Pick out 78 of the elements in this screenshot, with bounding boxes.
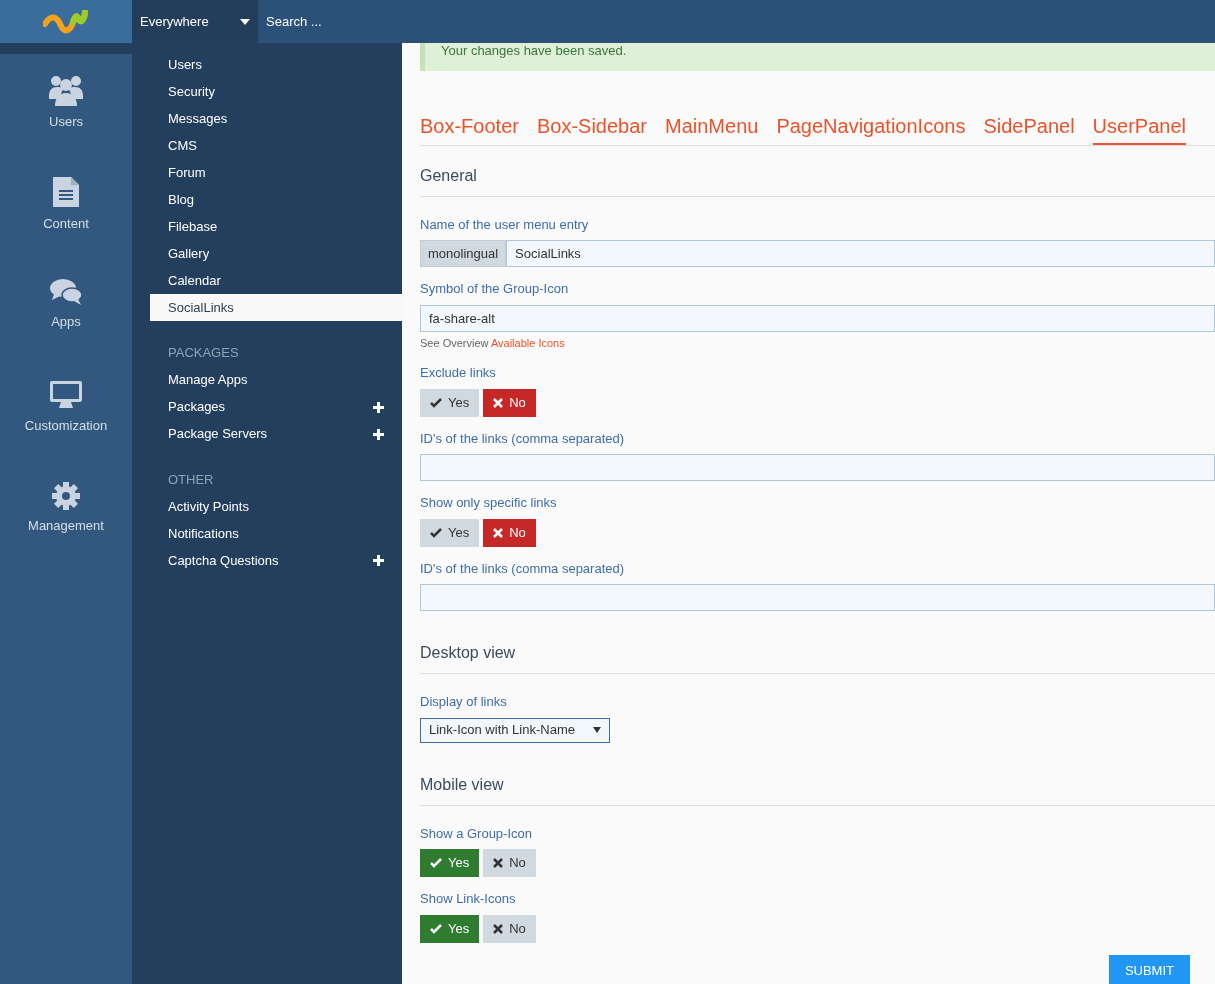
sidebar-item[interactable]: Users [150,51,402,78]
plus-icon[interactable] [373,401,384,413]
section-heading: General [420,145,1215,197]
close-icon [493,397,504,408]
sidebar-item[interactable]: Forum [150,159,402,186]
sidebar-item[interactable]: Notifications [150,520,402,547]
sidebar-item[interactable]: Blog [150,186,402,213]
sidebar-item[interactable]: Activity Points [150,493,402,520]
close-icon [493,527,504,538]
field-label: Show only specific links [420,494,558,512]
rail-menu-item[interactable]: Content [0,166,132,268]
text-field[interactable]: SocialLinks [506,240,1215,267]
sidebar-item[interactable]: Manage Apps [150,366,402,394]
plus-icon[interactable] [373,555,384,566]
field-label: Show Link-Icons [420,890,517,908]
close-icon [493,858,504,868]
toggle-option[interactable]: No [483,388,536,417]
field-label: ID's of the links (comma separated) [420,429,626,448]
tab[interactable]: UserPanel [1092,110,1186,145]
toggle-option[interactable]: Yes [420,914,480,943]
rail-menu-item[interactable]: Apps [0,268,132,370]
toggle-option[interactable]: Yes [420,849,480,877]
sidebar-item[interactable]: Captcha Questions [150,547,402,574]
toggle-option[interactable]: Yes [420,388,480,417]
field-label: ID's of the links (comma separated) [420,559,626,578]
check-icon [430,923,442,934]
help-text: See Overview Available Icons [420,335,566,351]
search-scope-dropdown[interactable]: Everywhere [132,0,258,43]
text-field[interactable] [420,584,1215,611]
field-label: Show a Group-Icon [420,824,533,843]
sidebar-item[interactable]: Security [150,78,402,105]
section-heading: Mobile view [420,754,1215,806]
plus-icon[interactable] [373,428,384,440]
users-icon [49,74,83,106]
rail-menu-item[interactable]: Management [0,472,132,574]
close-icon [493,923,504,934]
toggle-option[interactable]: Yes [420,518,480,547]
monitor-icon [49,380,83,410]
field-label: Exclude links [420,364,497,382]
sidebar-item[interactable]: Calendar [150,267,402,294]
input-addon: monolingual [420,240,507,267]
toggle-option[interactable]: No [483,518,536,547]
toggle-option[interactable]: No [483,849,536,877]
menu-group-title: PACKAGES [167,344,240,362]
field-label: Display of links [420,693,508,711]
check-icon [430,397,442,408]
tab[interactable]: SidePanel [983,110,1075,145]
sidebar-item[interactable]: Gallery [150,240,402,267]
text-field[interactable] [420,454,1215,481]
caret-icon [592,727,601,733]
text-field[interactable]: fa-share-alt [420,304,1215,332]
check-icon [430,858,442,868]
field-label: Symbol of the Group-Icon [420,280,570,298]
tab[interactable]: MainMenu [665,110,759,145]
sidebar-item[interactable]: Packages [150,393,402,421]
check-icon [430,527,442,538]
rail-menu-item[interactable]: Users [0,64,132,166]
success-message: Your changes have been saved. [420,43,1215,71]
document-icon [52,176,80,208]
select-dropdown[interactable]: Link-Icon with Link-Name [420,717,610,743]
tab[interactable]: Box-Sidebar [536,110,647,145]
sidebar-item[interactable]: SocialLinks [150,294,402,321]
logo-icon[interactable] [43,9,89,34]
chat-bubbles-icon [50,278,82,306]
sidebar-item[interactable]: Package Servers [150,420,402,448]
section-heading: Desktop view [420,623,1215,674]
rail-menu-item[interactable]: Customization [0,370,132,472]
caret-icon [240,18,250,25]
sidebar-item[interactable]: CMS [150,132,402,159]
sidebar-item[interactable]: Filebase [150,213,402,240]
sidebar-item[interactable]: Messages [150,105,402,132]
gear-icon [52,482,80,510]
menu-group-title: OTHER [167,470,215,489]
field-label: Name of the user menu entry [420,215,590,234]
available-icons-link[interactable]: Available Icons [490,336,565,349]
tab[interactable]: PageNavigationIcons [776,110,966,145]
toggle-option[interactable]: No [483,914,536,943]
tab[interactable]: Box-Footer [420,110,519,145]
